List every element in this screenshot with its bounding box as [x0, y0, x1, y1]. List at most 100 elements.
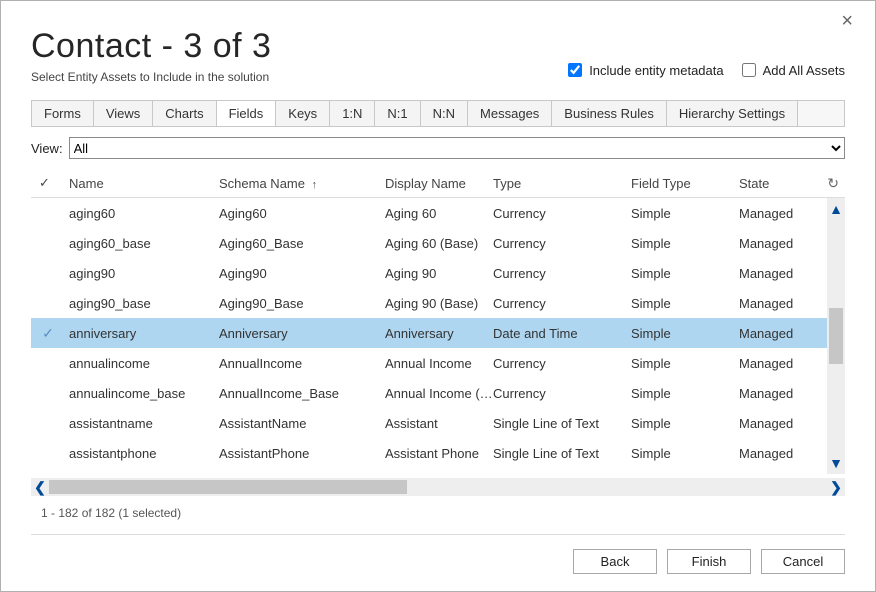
table-row[interactable]: assistantphoneAssistantPhoneAssistant Ph…: [31, 438, 827, 468]
grid-body-wrap: aging60Aging60Aging 60CurrencySimpleMana…: [31, 198, 845, 474]
add-all-assets-label: Add All Assets: [763, 63, 845, 78]
tab-fields[interactable]: Fields: [217, 101, 277, 126]
cell-ftype: Simple: [631, 206, 739, 221]
view-label: View:: [31, 141, 63, 156]
scroll-up-icon[interactable]: ▲: [829, 202, 843, 216]
col-header-ftype[interactable]: Field Type: [631, 176, 739, 191]
scroll-down-icon[interactable]: ▼: [829, 456, 843, 470]
table-row[interactable]: annualincome_baseAnnualIncome_BaseAnnual…: [31, 378, 827, 408]
header-left: Contact - 3 of 3 Select Entity Assets to…: [31, 9, 271, 84]
finish-button[interactable]: Finish: [667, 549, 751, 574]
tab-business-rules[interactable]: Business Rules: [552, 101, 667, 126]
tab-filler: [798, 101, 844, 126]
include-metadata-checkbox[interactable]: [568, 63, 582, 77]
col-header-schema[interactable]: Schema Name ↑: [219, 176, 385, 191]
cell-schema: AssistantPhone: [219, 446, 385, 461]
cell-ftype: Simple: [631, 326, 739, 341]
cell-display: Annual Income: [385, 356, 493, 371]
cell-type: Date and Time: [493, 326, 631, 341]
cell-type: Currency: [493, 296, 631, 311]
cell-schema: AssistantName: [219, 416, 385, 431]
cell-display: Aging 90: [385, 266, 493, 281]
cell-display: Anniversary: [385, 326, 493, 341]
cell-name: aging90_base: [65, 296, 219, 311]
hscroll-thumb[interactable]: [49, 480, 407, 494]
tab-views[interactable]: Views: [94, 101, 153, 126]
tab-messages[interactable]: Messages: [468, 101, 552, 126]
grid-body: aging60Aging60Aging 60CurrencySimpleMana…: [31, 198, 827, 474]
add-all-assets-check[interactable]: Add All Assets: [738, 60, 845, 80]
cell-name: aging90: [65, 266, 219, 281]
sort-asc-icon: ↑: [312, 179, 318, 191]
cancel-button[interactable]: Cancel: [761, 549, 845, 574]
include-metadata-label: Include entity metadata: [589, 63, 723, 78]
cell-state: Managed: [739, 236, 827, 251]
cell-schema: AnnualIncome_Base: [219, 386, 385, 401]
cell-type: Currency: [493, 236, 631, 251]
grid-header: ✓ Name Schema Name ↑ Display Name Type F…: [31, 171, 845, 198]
cell-name: annualincome: [65, 356, 219, 371]
cell-state: Managed: [739, 266, 827, 281]
cell-display: Annual Income (…: [385, 386, 493, 401]
vscroll-thumb[interactable]: [829, 308, 843, 364]
cell-state: Managed: [739, 446, 827, 461]
tab-charts[interactable]: Charts: [153, 101, 216, 126]
scroll-right-icon[interactable]: ❯: [827, 479, 845, 496]
table-row[interactable]: aging90Aging90Aging 90CurrencySimpleMana…: [31, 258, 827, 288]
refresh-icon[interactable]: ↻: [827, 175, 839, 192]
tab-n-1[interactable]: N:1: [375, 101, 420, 126]
table-row[interactable]: aging90_baseAging90_BaseAging 90 (Base)C…: [31, 288, 827, 318]
table-row[interactable]: ✓anniversaryAnniversaryAnniversaryDate a…: [31, 318, 827, 348]
cell-state: Managed: [739, 416, 827, 431]
cell-name: annualincome_base: [65, 386, 219, 401]
table-row[interactable]: aging60Aging60Aging 60CurrencySimpleMana…: [31, 198, 827, 228]
cell-name: anniversary: [65, 326, 219, 341]
header-row: Contact - 3 of 3 Select Entity Assets to…: [31, 9, 845, 84]
page-subtitle: Select Entity Assets to Include in the s…: [31, 70, 271, 84]
col-header-name[interactable]: Name: [65, 176, 219, 191]
cell-name: aging60: [65, 206, 219, 221]
cell-state: Managed: [739, 386, 827, 401]
cell-state: Managed: [739, 296, 827, 311]
cell-ftype: Simple: [631, 356, 739, 371]
cell-type: Single Line of Text: [493, 446, 631, 461]
cell-ftype: Simple: [631, 266, 739, 281]
footer-divider: [31, 534, 845, 535]
cell-type: Currency: [493, 206, 631, 221]
tab-keys[interactable]: Keys: [276, 101, 330, 126]
cell-schema: Aging90: [219, 266, 385, 281]
table-row[interactable]: aging60_baseAging60_BaseAging 60 (Base)C…: [31, 228, 827, 258]
scroll-left-icon[interactable]: ❮: [31, 479, 49, 496]
cell-type: Single Line of Text: [493, 416, 631, 431]
cell-ftype: Simple: [631, 296, 739, 311]
cell-display: Aging 90 (Base): [385, 296, 493, 311]
add-all-assets-checkbox[interactable]: [742, 63, 756, 77]
cell-type: Currency: [493, 386, 631, 401]
cell-state: Managed: [739, 326, 827, 341]
hscroll-track[interactable]: [49, 480, 827, 494]
tab-n-n[interactable]: N:N: [421, 101, 468, 126]
tab-1-n[interactable]: 1:N: [330, 101, 375, 126]
row-check-icon[interactable]: ✓: [31, 325, 65, 342]
col-header-display[interactable]: Display Name: [385, 176, 493, 191]
include-metadata-check[interactable]: Include entity metadata: [564, 60, 723, 80]
dialog-window: × Contact - 3 of 3 Select Entity Assets …: [0, 0, 876, 592]
footer-buttons: Back Finish Cancel: [31, 549, 845, 574]
cell-schema: Aging60_Base: [219, 236, 385, 251]
back-button[interactable]: Back: [573, 549, 657, 574]
horizontal-scrollbar[interactable]: ❮ ❯: [31, 478, 845, 496]
tab-hierarchy-settings[interactable]: Hierarchy Settings: [667, 101, 798, 126]
table-row[interactable]: annualincomeAnnualIncomeAnnual IncomeCur…: [31, 348, 827, 378]
table-row[interactable]: assistantnameAssistantNameAssistantSingl…: [31, 408, 827, 438]
select-all-check[interactable]: ✓: [31, 175, 65, 191]
tab-forms[interactable]: Forms: [32, 101, 94, 126]
status-text: 1 - 182 of 182 (1 selected): [31, 506, 845, 520]
col-header-type[interactable]: Type: [493, 176, 631, 191]
cell-display: Assistant Phone: [385, 446, 493, 461]
page-title: Contact - 3 of 3: [31, 27, 271, 66]
cell-type: Currency: [493, 266, 631, 281]
vertical-scrollbar[interactable]: ▲ ▼: [827, 198, 845, 474]
view-select[interactable]: All: [69, 137, 845, 159]
close-icon[interactable]: ×: [841, 11, 853, 31]
cell-display: Aging 60 (Base): [385, 236, 493, 251]
